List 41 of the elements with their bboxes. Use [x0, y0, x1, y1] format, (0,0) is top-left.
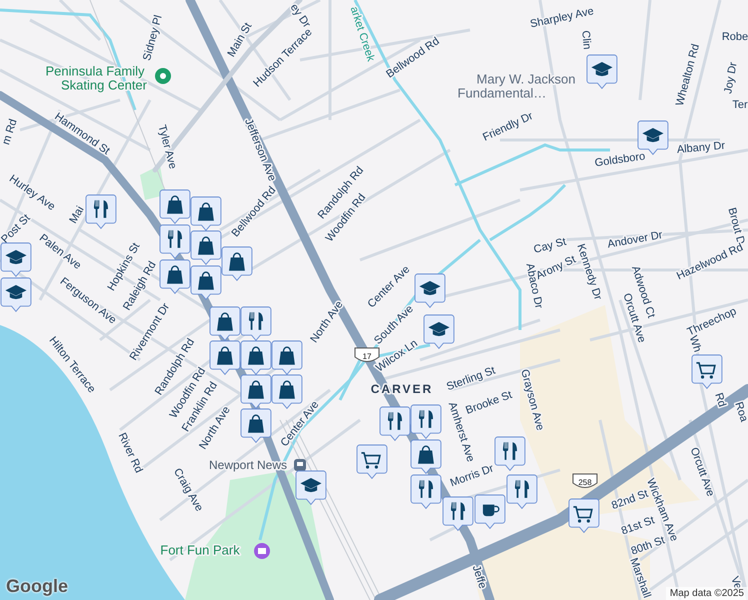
street-label: Sharpley Ave: [529, 5, 595, 30]
location-pin-icon[interactable]: [155, 68, 171, 84]
street-label: Cay St: [532, 236, 568, 256]
train-station-icon[interactable]: [294, 459, 306, 471]
amusement-park-icon[interactable]: [254, 543, 270, 559]
school-marker[interactable]: [638, 120, 668, 155]
street-label: Tyler Ave: [155, 124, 179, 170]
route-number: 258: [578, 478, 592, 487]
street-label: Goldsboro: [594, 150, 646, 170]
street-label: 80th St: [630, 534, 666, 558]
place-label: Skating Center: [61, 77, 147, 92]
street-label: 82nd St: [610, 488, 650, 512]
park-area: [140, 165, 165, 200]
creek-label: arket Creek: [348, 5, 377, 63]
street-label: Ter: [732, 98, 748, 111]
place-label: Fort Fun Park: [160, 542, 240, 558]
street-label: Roa: [732, 400, 748, 424]
street-label: ey Dr: [288, 2, 313, 30]
street-label: Clin: [579, 30, 593, 50]
street-label: Post St: [0, 212, 33, 246]
street-label: River Rd: [116, 431, 145, 475]
street-label: Morris Dr: [448, 462, 496, 490]
street-label: Wh: [686, 334, 704, 354]
street-label: Orcutt Ave: [688, 446, 716, 498]
street-label: m Rd: [0, 118, 20, 146]
street-label: Jeffe: [470, 564, 488, 590]
street-label: Robe: [722, 30, 748, 43]
google-logo: Google: [6, 576, 68, 597]
street-label: Joy Dr: [722, 61, 740, 95]
district-label: CARVER: [370, 382, 434, 396]
school-label: Fundamental…: [458, 85, 546, 100]
school-label: Mary W. Jackson: [476, 71, 576, 86]
street-label: Andover Dr: [606, 229, 664, 251]
street-label: Rd: [712, 391, 728, 408]
route-shield-icon: [572, 474, 598, 488]
route-number: 17: [362, 352, 372, 361]
street-label: Grayson Ave: [518, 368, 546, 432]
street-label: Mai: [67, 204, 87, 226]
street-label: Sidney Pl: [141, 14, 165, 62]
street-label: Albany Dr: [676, 140, 726, 156]
place-label: Peninsula Family: [46, 63, 144, 78]
